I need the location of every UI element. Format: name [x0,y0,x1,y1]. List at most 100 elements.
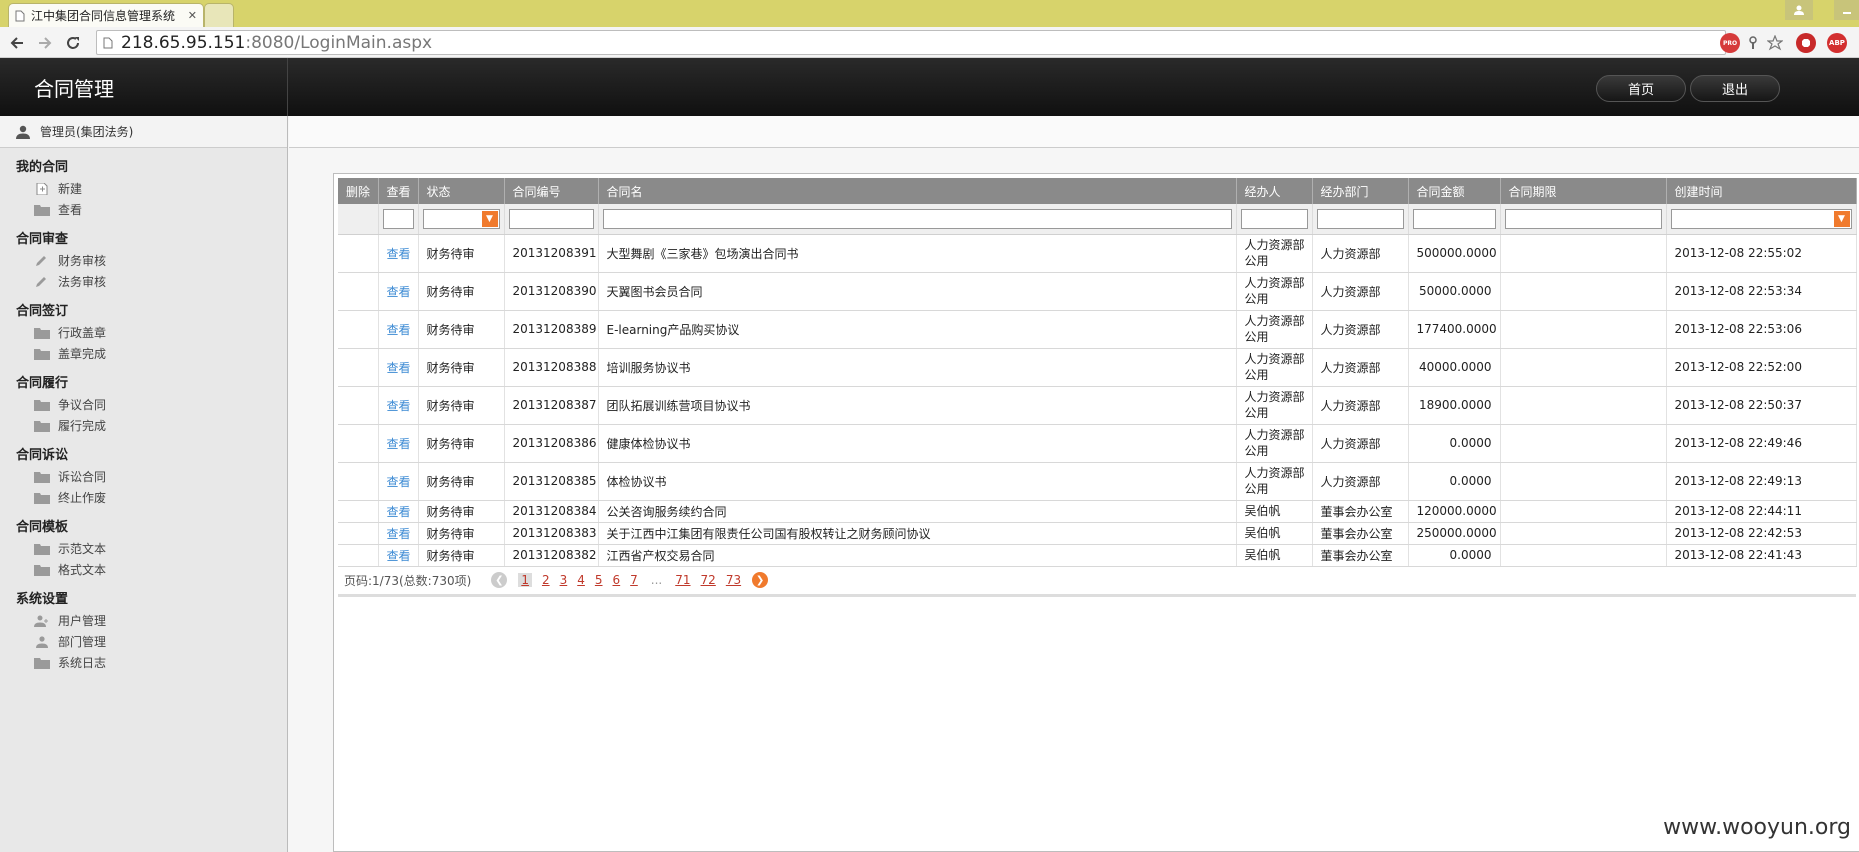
adblock-plus-icon[interactable]: ABP [1827,33,1847,53]
home-button[interactable]: 首页 [1596,75,1686,102]
sidebar-item[interactable]: 履行完成 [0,415,287,436]
cell-view[interactable]: 查看 [378,310,419,349]
back-icon[interactable] [6,32,28,54]
page-link[interactable]: 4 [577,573,585,587]
cell-status: 财务待审 [418,348,505,387]
sidebar-item[interactable]: 争议合同 [0,394,287,415]
sidebar-item[interactable]: 终止作废 [0,487,287,508]
next-page-icon[interactable]: ❯ [752,572,769,588]
filter-handler-input[interactable] [1240,208,1308,229]
address-bar[interactable]: 218.65.95.151:8080/LoginMain.aspx [96,30,1726,55]
page-link[interactable]: 6 [613,573,621,587]
column-header[interactable]: 经办人 [1236,178,1313,204]
cell-handler: 人力资源部公用 [1236,310,1313,349]
column-header[interactable]: 删除 [338,178,379,204]
filter-view-input[interactable] [382,208,414,229]
cell-view[interactable]: 查看 [378,234,419,273]
cell-handler: 人力资源部公用 [1236,234,1313,273]
filter-dept-input[interactable] [1316,208,1404,229]
cell-code: 20131208389 [504,310,599,349]
forward-icon[interactable] [34,32,56,54]
sidebar-item[interactable]: 格式文本 [0,559,287,580]
pro-extension-icon[interactable]: PRO [1720,33,1740,53]
folder-icon [34,471,50,483]
filter-term-input[interactable] [1504,208,1662,229]
column-header[interactable]: 状态 [418,178,505,204]
nav-group: 我的合同 新建 查看 [0,158,287,220]
column-header[interactable]: 经办部门 [1312,178,1409,204]
cell-view[interactable]: 查看 [378,522,419,545]
sidebar-item[interactable]: 部门管理 [0,631,287,652]
cell-view[interactable]: 查看 [378,544,419,567]
nav-group-title: 系统设置 [16,592,69,607]
key-icon[interactable] [1743,33,1763,53]
page-link[interactable]: 73 [726,573,741,587]
filter-status-select[interactable]: ▼ [422,208,500,229]
cell-dept: 人力资源部 [1312,310,1409,349]
dropdown-arrow-icon[interactable]: ▼ [481,210,498,227]
pencil-icon [34,276,50,288]
table-row: 查看 财务待审 20131208383 关于江西中江集团有限责任公司国有股权转让之财务… [338,522,1857,545]
filter-amount-input[interactable] [1412,208,1496,229]
cell-delete [338,522,379,545]
dropdown-arrow-icon[interactable]: ▼ [1833,210,1850,227]
sidebar-item[interactable]: 财务审核 [0,250,287,271]
cell-delete [338,462,379,501]
tab-close-icon[interactable]: ✕ [188,9,197,22]
stop-extension-icon[interactable] [1796,33,1816,53]
logout-button[interactable]: 退出 [1690,75,1780,102]
cell-view[interactable]: 查看 [378,272,419,311]
pager-info: 页码:1/73(总数:730项) [344,573,472,588]
page-link[interactable]: 71 [675,573,690,587]
cell-view[interactable]: 查看 [378,386,419,425]
minimize-icon[interactable] [1834,0,1859,20]
page-link[interactable]: 5 [595,573,603,587]
filter-name-input[interactable] [602,208,1232,229]
sidebar-item[interactable]: 用户管理 [0,610,287,631]
cell-dept: 董事会办公室 [1312,500,1409,523]
profile-icon[interactable] [1785,0,1813,20]
bookmark-star-icon[interactable] [1765,33,1785,53]
cell-status: 财务待审 [418,522,505,545]
sidebar-item[interactable]: 新建 [0,178,287,199]
sidebar-item-label: 财务审核 [58,254,107,268]
column-header[interactable]: 合同期限 [1500,178,1667,204]
filter-code-input[interactable] [508,208,594,229]
column-header[interactable]: 合同名 [598,178,1237,204]
sidebar-item[interactable]: 查看 [0,199,287,220]
column-header[interactable]: 创建时间 [1666,178,1857,204]
sidebar-item[interactable]: 盖章完成 [0,343,287,364]
sidebar-item[interactable]: 系统日志 [0,652,287,673]
page-link[interactable]: 7 [630,573,638,587]
page-link[interactable]: 3 [560,573,568,587]
cell-created: 2013-12-08 22:53:34 [1666,272,1857,311]
sidebar-item[interactable]: 法务审核 [0,271,287,292]
new-tab-button[interactable] [204,3,234,27]
sidebar-item[interactable]: 诉讼合同 [0,466,287,487]
cell-view[interactable]: 查看 [378,500,419,523]
cell-dept: 人力资源部 [1312,462,1409,501]
column-header[interactable]: 查看 [378,178,419,204]
page-link[interactable]: 72 [701,573,716,587]
cell-view[interactable]: 查看 [378,424,419,463]
sidebar-item[interactable]: 行政盖章 [0,322,287,343]
browser-tab[interactable]: 江中集团合同信息管理系统 ✕ [8,3,204,27]
reload-icon[interactable] [62,32,84,54]
cell-status: 财务待审 [418,234,505,273]
sidebar-item-label: 新建 [58,182,83,196]
cell-code: 20131208386 [504,424,599,463]
column-header[interactable]: 合同金额 [1408,178,1501,204]
cell-view[interactable]: 查看 [378,348,419,387]
cell-name: 团队拓展训练营项目协议书 [598,386,1237,425]
cell-created: 2013-12-08 22:41:43 [1666,544,1857,567]
sidebar-item[interactable]: 示范文本 [0,538,287,559]
current-user: 管理员(集团法务) [0,116,287,148]
cell-created: 2013-12-08 22:44:11 [1666,500,1857,523]
page-link[interactable]: 2 [542,573,550,587]
contract-grid-panel: 删除 查看 状态 合同编号 合同名 经办人 经办部门 合同金额 合同期限 创建时间 ▼ ▼ [333,173,1859,852]
column-header[interactable]: 合同编号 [504,178,599,204]
prev-page-icon[interactable]: ❮ [491,572,508,588]
page-link[interactable]: 1 [518,573,532,587]
filter-created-select[interactable]: ▼ [1670,208,1852,229]
cell-view[interactable]: 查看 [378,462,419,501]
